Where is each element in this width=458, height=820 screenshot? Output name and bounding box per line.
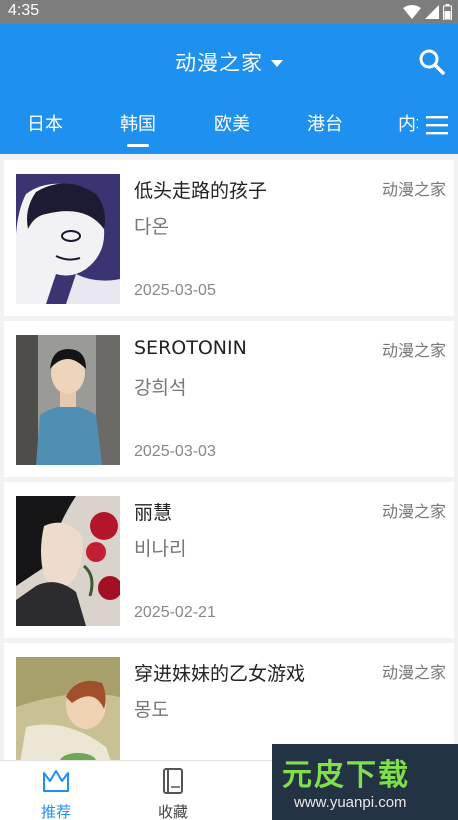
comic-author: 비나리: [134, 538, 187, 560]
status-icons: [403, 4, 452, 20]
tab-japan[interactable]: 日本: [9, 110, 81, 136]
comic-source: 动漫之家: [381, 180, 446, 199]
wifi-icon: [403, 5, 421, 19]
comic-source: 动漫之家: [381, 663, 446, 682]
battery-icon: [443, 4, 452, 20]
tab-korea[interactable]: 韩国: [102, 110, 174, 136]
category-tabs: 日本 韩国 欧美 港台 内地: [0, 100, 418, 154]
status-bar: 4:35: [0, 0, 458, 24]
source-selector[interactable]: 动漫之家: [175, 47, 283, 77]
app-header: 动漫之家 日本 韩国 欧美 港台 内地: [0, 24, 458, 154]
comic-source: 动漫之家: [381, 341, 446, 360]
comic-card[interactable]: 丽慧 비나리 2025-02-21 动漫之家: [4, 482, 454, 638]
comic-cover: [16, 174, 120, 304]
comic-date: 2025-03-03: [134, 443, 216, 460]
active-tab-indicator: [127, 144, 149, 147]
comic-card[interactable]: SEROTONIN 강희석 2025-03-03 动漫之家: [4, 321, 454, 477]
comic-title: SEROTONIN: [134, 337, 247, 359]
menu-icon[interactable]: [424, 112, 450, 138]
watermark-url: www.yuanpi.com: [294, 794, 407, 811]
nav-favorites[interactable]: 收藏: [133, 767, 213, 820]
status-time: 4:35: [8, 2, 40, 19]
comic-cover: [16, 496, 120, 626]
comic-author: 몽도: [134, 699, 169, 721]
search-icon[interactable]: [418, 48, 446, 76]
comic-author: 다온: [134, 216, 169, 238]
site-watermark: 元皮下载 www.yuanpi.com: [272, 744, 458, 820]
crown-icon: [43, 770, 69, 792]
caret-down-icon: [271, 59, 283, 67]
comic-date: 2025-02-21: [134, 604, 216, 621]
comic-card[interactable]: 低头走路的孩子 다온 2025-03-05 动漫之家: [4, 160, 454, 316]
comic-date: 2025-03-05: [134, 282, 216, 299]
comic-cover: [16, 335, 120, 465]
app-title: 动漫之家: [175, 51, 263, 75]
watermark-brand: 元皮下载: [282, 758, 410, 793]
nav-label: 推荐: [40, 803, 71, 820]
book-icon: [163, 768, 183, 794]
comic-author: 강희석: [134, 377, 187, 399]
comic-source: 动漫之家: [381, 502, 446, 521]
tab-hktw[interactable]: 港台: [289, 110, 361, 136]
comic-title: 丽慧: [134, 502, 173, 524]
signal-icon: [425, 5, 439, 19]
comic-title: 穿进妹妹的乙女游戏: [134, 663, 306, 685]
title-bar: 动漫之家: [0, 24, 458, 100]
comic-title: 低头走路的孩子: [134, 180, 268, 202]
tab-mainland[interactable]: 内地: [380, 110, 418, 136]
nav-label: 收藏: [157, 803, 188, 820]
tab-west[interactable]: 欧美: [196, 110, 268, 136]
nav-recommend[interactable]: 推荐: [16, 767, 96, 820]
